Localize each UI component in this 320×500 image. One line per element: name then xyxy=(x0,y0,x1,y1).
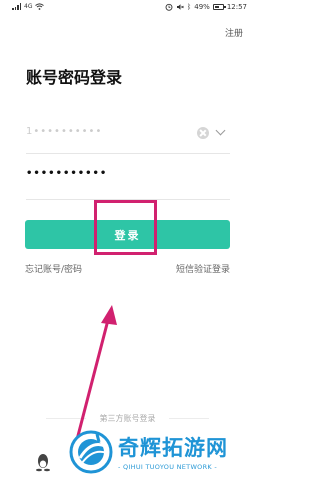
register-link[interactable]: 注册 xyxy=(225,26,243,39)
network-type: 4G xyxy=(24,3,33,10)
clear-icon[interactable] xyxy=(197,127,209,139)
login-button[interactable]: 登录 xyxy=(25,220,230,249)
qq-icon[interactable] xyxy=(35,452,51,472)
account-value: 1•••••••••• xyxy=(26,126,103,137)
chevron-down-icon[interactable] xyxy=(215,125,226,136)
clock: 12:57 xyxy=(226,3,247,11)
page-title: 账号密码登录 xyxy=(26,68,123,87)
signal-icon xyxy=(12,3,21,10)
login-button-label: 登录 xyxy=(114,228,141,242)
annotation-arrow-head xyxy=(101,305,117,325)
status-right: ᛒ 49% 12:57 xyxy=(165,3,247,11)
watermark-title: 奇辉拓游网 xyxy=(118,436,228,460)
password-field[interactable]: ••••••••••• xyxy=(26,160,230,200)
sms-login-link[interactable]: 短信验证登录 xyxy=(176,262,230,275)
account-field[interactable]: 1•••••••••• xyxy=(26,112,230,154)
battery-percent: 49% xyxy=(194,3,210,11)
forgot-password-link[interactable]: 忘记账号/密码 xyxy=(25,262,82,275)
password-value: ••••••••••• xyxy=(26,168,108,179)
status-bar: 4G ᛒ 49% 12:57 xyxy=(0,0,255,16)
watermark-subtitle: - QIHUI TUOYOU NETWORK - xyxy=(118,463,217,471)
status-left: 4G xyxy=(12,3,45,10)
mute-icon xyxy=(177,4,184,10)
third-party-label: 第三方账号登录 xyxy=(99,414,156,423)
bluetooth-icon: ᛒ xyxy=(187,3,192,11)
watermark-logo xyxy=(69,430,113,474)
alarm-icon xyxy=(165,3,173,11)
battery-icon xyxy=(212,4,226,10)
login-screen: 4G ᛒ 49% 12:57 注册 账号密码登录 1•••••••••• •••… xyxy=(0,0,255,500)
wifi-icon xyxy=(35,3,45,10)
